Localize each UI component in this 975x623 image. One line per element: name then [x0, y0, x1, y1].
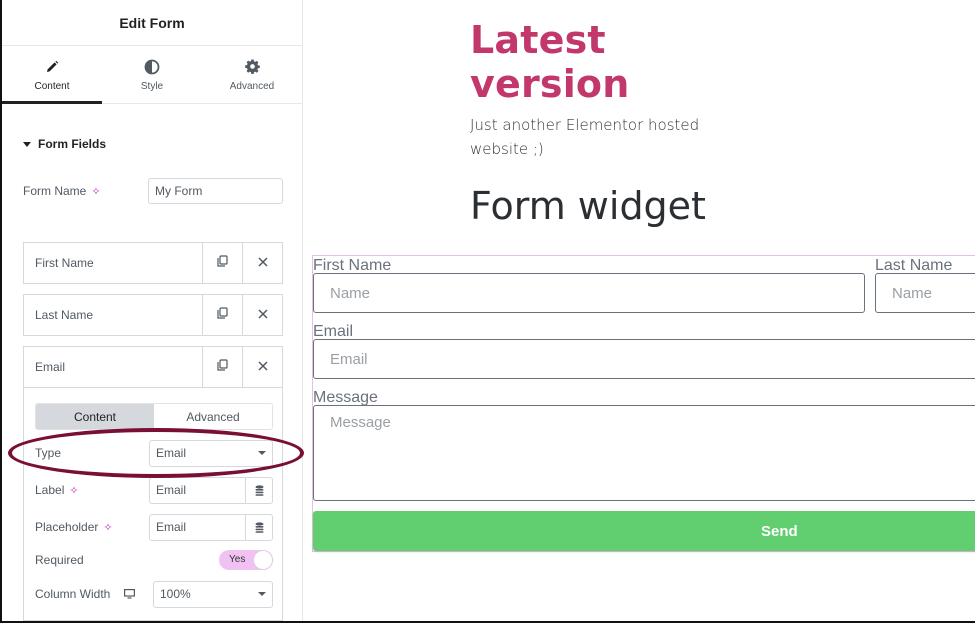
ai-sparkle-icon[interactable]: ✧	[69, 484, 78, 497]
form-widget[interactable]: First Name Name Last Name Name Email Ema…	[312, 255, 975, 552]
editor-panel: Edit Form Content Style Advanced Form Fi…	[2, 0, 303, 621]
repeater-item-email: Email	[23, 346, 283, 388]
ai-sparkle-icon[interactable]: ✧	[103, 521, 112, 534]
half-circle-icon	[144, 58, 160, 76]
field-editor: Content Advanced Type Email Label ✧ Emai…	[23, 387, 283, 621]
required-toggle-label: Yes	[229, 554, 246, 565]
column-width-value: 100%	[160, 587, 191, 601]
widget-heading: Form widget	[470, 184, 706, 228]
site-title-line-1: Latest	[470, 18, 606, 62]
dynamic-tags-button[interactable]	[245, 514, 272, 540]
close-icon	[257, 306, 268, 324]
caret-down-icon	[258, 592, 266, 596]
copy-icon	[217, 254, 228, 272]
database-icon	[255, 521, 263, 533]
caret-down-icon	[23, 141, 31, 147]
column-width-control: Column Width 100%	[35, 580, 273, 608]
gear-icon	[244, 58, 260, 76]
tab-advanced-label: Advanced	[229, 80, 275, 92]
site-tagline: Just another Elementor hosted website ;)	[470, 116, 700, 158]
section-form-fields[interactable]: Form Fields	[23, 137, 106, 151]
repeater-item-last-name: Last Name	[23, 294, 283, 336]
section-title-label: Form Fields	[38, 137, 107, 151]
repeater-item-title[interactable]: Email	[24, 347, 202, 387]
duplicate-button[interactable]	[202, 347, 242, 387]
page-preview: Latest version Just another Elementor ho…	[304, 0, 975, 621]
message-textarea[interactable]: Message	[313, 405, 975, 501]
desktop-icon[interactable]	[124, 589, 136, 599]
close-icon	[257, 358, 268, 376]
type-control: Type Email	[35, 439, 273, 467]
email-input[interactable]: Email	[313, 339, 975, 379]
remove-button[interactable]	[242, 347, 282, 387]
panel-tabs: Content Style Advanced	[2, 46, 302, 104]
database-icon	[255, 484, 263, 496]
copy-icon	[217, 358, 228, 376]
inner-tab-advanced[interactable]: Advanced	[154, 404, 272, 429]
required-toggle[interactable]: Yes	[219, 550, 273, 570]
send-button[interactable]: Send	[313, 511, 975, 551]
inner-tab-content[interactable]: Content	[36, 404, 154, 429]
close-icon	[257, 254, 268, 272]
tab-content[interactable]: Content	[2, 46, 102, 104]
placeholder-label: Placeholder	[35, 520, 99, 534]
last-name-input[interactable]: Name	[875, 273, 975, 313]
elementor-editor: Edit Form Content Style Advanced Form Fi…	[0, 0, 975, 623]
repeater-item-first-name: First Name	[23, 242, 283, 284]
type-select[interactable]: Email	[149, 439, 273, 467]
remove-button[interactable]	[242, 295, 282, 335]
dynamic-tags-button[interactable]	[245, 477, 272, 503]
form-name-label: Form Name	[23, 184, 87, 198]
required-label: Required	[35, 553, 84, 567]
label-input[interactable]: Email	[149, 476, 273, 504]
label-label: Label	[35, 483, 65, 497]
first-name-input[interactable]: Name	[313, 273, 865, 313]
field-editor-tabs: Content Advanced	[35, 403, 273, 430]
placeholder-control: Placeholder ✧ Email	[35, 513, 273, 541]
repeater-item-title[interactable]: First Name	[24, 243, 202, 283]
column-width-select[interactable]: 100%	[153, 580, 273, 608]
site-title[interactable]: Latest version	[470, 18, 630, 106]
label-input-value: Email	[156, 483, 187, 497]
tab-style[interactable]: Style	[102, 46, 202, 103]
toggle-knob	[253, 550, 273, 570]
form-name-control: Form Name ✧ My Form	[23, 178, 283, 204]
tab-content-label: Content	[34, 80, 70, 92]
type-select-value: Email	[156, 446, 187, 460]
copy-icon	[217, 306, 228, 324]
placeholder-input[interactable]: Email	[149, 513, 273, 541]
placeholder-input-value: Email	[156, 520, 187, 534]
remove-button[interactable]	[242, 243, 282, 283]
form-name-input[interactable]: My Form	[148, 178, 283, 204]
label-control: Label ✧ Email	[35, 476, 273, 504]
duplicate-button[interactable]	[202, 243, 242, 283]
tab-style-label: Style	[140, 80, 164, 92]
pencil-icon	[45, 58, 59, 76]
ai-sparkle-icon[interactable]: ✧	[91, 185, 100, 198]
repeater-item-title[interactable]: Last Name	[24, 295, 202, 335]
site-title-line-2: version	[470, 62, 630, 106]
caret-down-icon	[258, 451, 266, 455]
duplicate-button[interactable]	[202, 295, 242, 335]
tab-advanced[interactable]: Advanced	[202, 46, 302, 103]
required-control: Required Yes	[35, 546, 273, 574]
column-width-label: Column Width	[35, 587, 111, 601]
panel-title: Edit Form	[2, 0, 302, 46]
type-label: Type	[35, 446, 62, 460]
